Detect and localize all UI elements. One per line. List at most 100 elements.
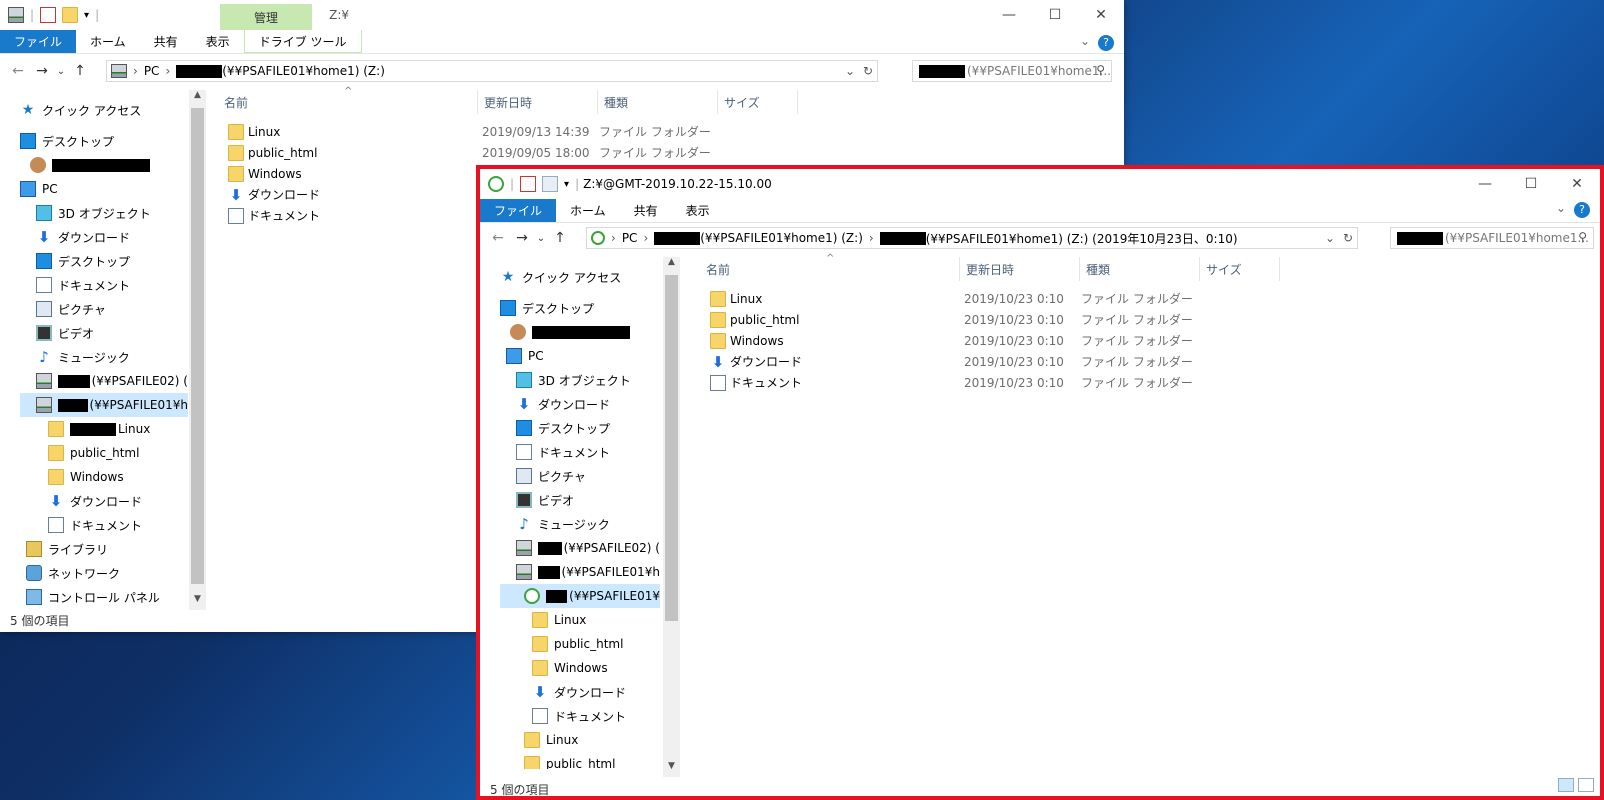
search-box[interactable]: (¥¥PSAFILE01¥home1... ⚲: [1390, 227, 1594, 249]
nav-item-item-17[interactable]: ドキュメント: [20, 513, 188, 537]
file-row[interactable]: public_html 2019/10/23 0:10 ファイル フォルダー: [710, 309, 1201, 330]
minimize-icon[interactable]: —: [1462, 169, 1508, 199]
forward-icon[interactable]: →: [510, 230, 534, 246]
nav-item-psafile02[interactable]: (¥¥PSAFILE02) (: [20, 369, 188, 393]
nav-item-public-html[interactable]: public_html: [500, 752, 660, 769]
close-icon[interactable]: ✕: [1078, 0, 1124, 30]
recent-locations-icon[interactable]: ⌄: [54, 66, 68, 77]
file-row[interactable]: Linux 2019/09/13 14:39 ファイル フォルダー: [228, 121, 719, 142]
nav-item-item-10[interactable]: ♪ ミュージック: [500, 512, 660, 536]
nav-item-item-7[interactable]: ドキュメント: [500, 440, 660, 464]
tab-share[interactable]: 共有: [620, 199, 672, 222]
nav-item-linux[interactable]: Linux: [500, 608, 660, 632]
file-row[interactable]: Linux 2019/10/23 0:10 ファイル フォルダー: [710, 288, 1201, 309]
forward-icon[interactable]: →: [30, 63, 54, 79]
snapshot-icon[interactable]: [488, 176, 504, 192]
nav-item-psafile02[interactable]: (¥¥PSAFILE02) (: [500, 536, 660, 560]
nav-item-item-8[interactable]: ピクチャ: [500, 464, 660, 488]
address-dropdown-icon[interactable]: ⌄: [845, 64, 855, 78]
tab-file[interactable]: ファイル: [480, 199, 557, 222]
nav-item-psafile01-h[interactable]: (¥¥PSAFILE01¥h: [500, 560, 660, 584]
nav-item-item-18[interactable]: ライブラリ: [20, 537, 188, 561]
column-type[interactable]: 種類: [598, 90, 718, 114]
nav-item-item-2[interactable]: [500, 320, 660, 344]
nav-item-linux[interactable]: Linux: [20, 417, 188, 441]
nav-item-psafile01-h[interactable]: (¥¥PSAFILE01¥h: [20, 393, 188, 417]
search-box[interactable]: (¥¥PSAFILE01¥home1... ⚲: [912, 60, 1112, 82]
customize-qa-icon[interactable]: ▾: [564, 179, 569, 190]
breadcrumb-snapshot[interactable]: (¥¥PSAFILE01¥home1) (Z:) (2019年10月23日、0:…: [926, 230, 1238, 247]
nav-item-linux[interactable]: Linux: [500, 728, 660, 752]
tab-file[interactable]: ファイル: [0, 30, 77, 53]
nav-item-item-6[interactable]: デスクトップ: [20, 249, 188, 273]
recent-locations-icon[interactable]: ⌄: [534, 233, 548, 244]
scroll-down-icon[interactable]: ▼: [189, 594, 206, 610]
nav-item-item-5[interactable]: ⬇ ダウンロード: [500, 392, 660, 416]
nav-item-windows[interactable]: Windows: [20, 465, 188, 489]
breadcrumb-drive[interactable]: (¥¥PSAFILE01¥home1) (Z:): [222, 64, 385, 78]
breadcrumb-drive[interactable]: (¥¥PSAFILE01¥home1) (Z:): [700, 231, 863, 245]
column-name[interactable]: 名前: [700, 257, 960, 281]
nav-item-item-6[interactable]: デスクトップ: [500, 416, 660, 440]
column-size[interactable]: サイズ: [718, 90, 798, 114]
refresh-icon[interactable]: ↻: [1343, 231, 1353, 245]
refresh-icon[interactable]: ↻: [863, 64, 873, 78]
nav-scrollbar[interactable]: ▲ ▼: [189, 90, 206, 610]
details-view-icon[interactable]: [1558, 778, 1574, 792]
nav-item-item-20[interactable]: コントロール パネル: [20, 585, 188, 609]
maximize-icon[interactable]: ☐: [1032, 0, 1078, 30]
new-folder-icon[interactable]: [542, 176, 559, 192]
scroll-up-icon[interactable]: ▲: [663, 257, 680, 273]
file-row[interactable]: ドキュメント 2019/10/23 0:10 ファイル フォルダー: [710, 372, 1201, 393]
scroll-up-icon[interactable]: ▲: [189, 90, 206, 106]
tab-share[interactable]: 共有: [140, 30, 192, 53]
nav-item-pc[interactable]: PC: [500, 344, 660, 368]
back-icon[interactable]: ←: [6, 63, 30, 79]
nav-item-item-1[interactable]: デスクトップ: [20, 129, 188, 153]
file-row[interactable]: Windows 2019/10/23 0:10 ファイル フォルダー: [710, 330, 1201, 351]
nav-item-public-html[interactable]: public_html: [500, 632, 660, 656]
breadcrumb-pc[interactable]: PC: [144, 64, 160, 78]
nav-item-pc[interactable]: PC: [20, 177, 188, 201]
tab-home[interactable]: ホーム: [76, 30, 140, 53]
nav-item-psafile01[interactable]: (¥¥PSAFILE01¥: [500, 584, 660, 608]
nav-item-item-9[interactable]: ビデオ: [500, 488, 660, 512]
properties-icon[interactable]: [520, 176, 537, 192]
nav-item-item-1[interactable]: デスクトップ: [500, 296, 660, 320]
nav-item-item-7[interactable]: ドキュメント: [20, 273, 188, 297]
close-icon[interactable]: ✕: [1554, 169, 1600, 199]
nav-item-windows[interactable]: Windows: [500, 656, 660, 680]
tab-view[interactable]: 表示: [192, 30, 244, 53]
new-folder-icon[interactable]: [62, 7, 79, 23]
ribbon-expand-icon[interactable]: ⌄: [1556, 201, 1566, 215]
nav-item-item-0[interactable]: ★ クイック アクセス: [500, 265, 660, 289]
nav-item-item-9[interactable]: ビデオ: [20, 321, 188, 345]
nav-item-item-17[interactable]: ⬇ ダウンロード: [500, 680, 660, 704]
large-icons-view-icon[interactable]: [1578, 778, 1594, 792]
up-icon[interactable]: ↑: [548, 230, 572, 246]
nav-item-item-5[interactable]: ⬇ ダウンロード: [20, 225, 188, 249]
address-dropdown-icon[interactable]: ⌄: [1325, 231, 1335, 245]
nav-item-item-0[interactable]: ★ クイック アクセス: [20, 98, 188, 122]
nav-item-3d[interactable]: 3D オブジェクト: [20, 201, 188, 225]
up-icon[interactable]: ↑: [68, 63, 92, 79]
nav-item-item-19[interactable]: ネットワーク: [20, 561, 188, 585]
nav-scrollbar[interactable]: ▲ ▼: [663, 257, 680, 777]
help-icon[interactable]: ?: [1098, 35, 1114, 51]
nav-item-item-2[interactable]: [20, 153, 188, 177]
scroll-thumb[interactable]: [191, 108, 204, 584]
address-bar[interactable]: › PC › (¥¥PSAFILE01¥home1) (Z:) › (¥¥PSA…: [586, 227, 1358, 249]
ribbon-expand-icon[interactable]: ⌄: [1080, 34, 1090, 48]
column-name[interactable]: 名前: [218, 90, 478, 114]
nav-item-public-html[interactable]: public_html: [20, 441, 188, 465]
column-type[interactable]: 種類: [1080, 257, 1200, 281]
file-row[interactable]: ⬇ ダウンロード 2019/10/23 0:10 ファイル フォルダー: [710, 351, 1201, 372]
drive-icon[interactable]: [8, 7, 24, 23]
column-size[interactable]: サイズ: [1200, 257, 1280, 281]
tab-drive-tools[interactable]: ドライブ ツール: [243, 30, 362, 53]
nav-item-item-16[interactable]: ⬇ ダウンロード: [20, 489, 188, 513]
nav-item-item-10[interactable]: ♪ ミュージック: [20, 345, 188, 369]
address-bar[interactable]: › PC › (¥¥PSAFILE01¥home1) (Z:) ⌄ ↻: [106, 60, 878, 82]
maximize-icon[interactable]: ☐: [1508, 169, 1554, 199]
nav-item-3d[interactable]: 3D オブジェクト: [500, 368, 660, 392]
